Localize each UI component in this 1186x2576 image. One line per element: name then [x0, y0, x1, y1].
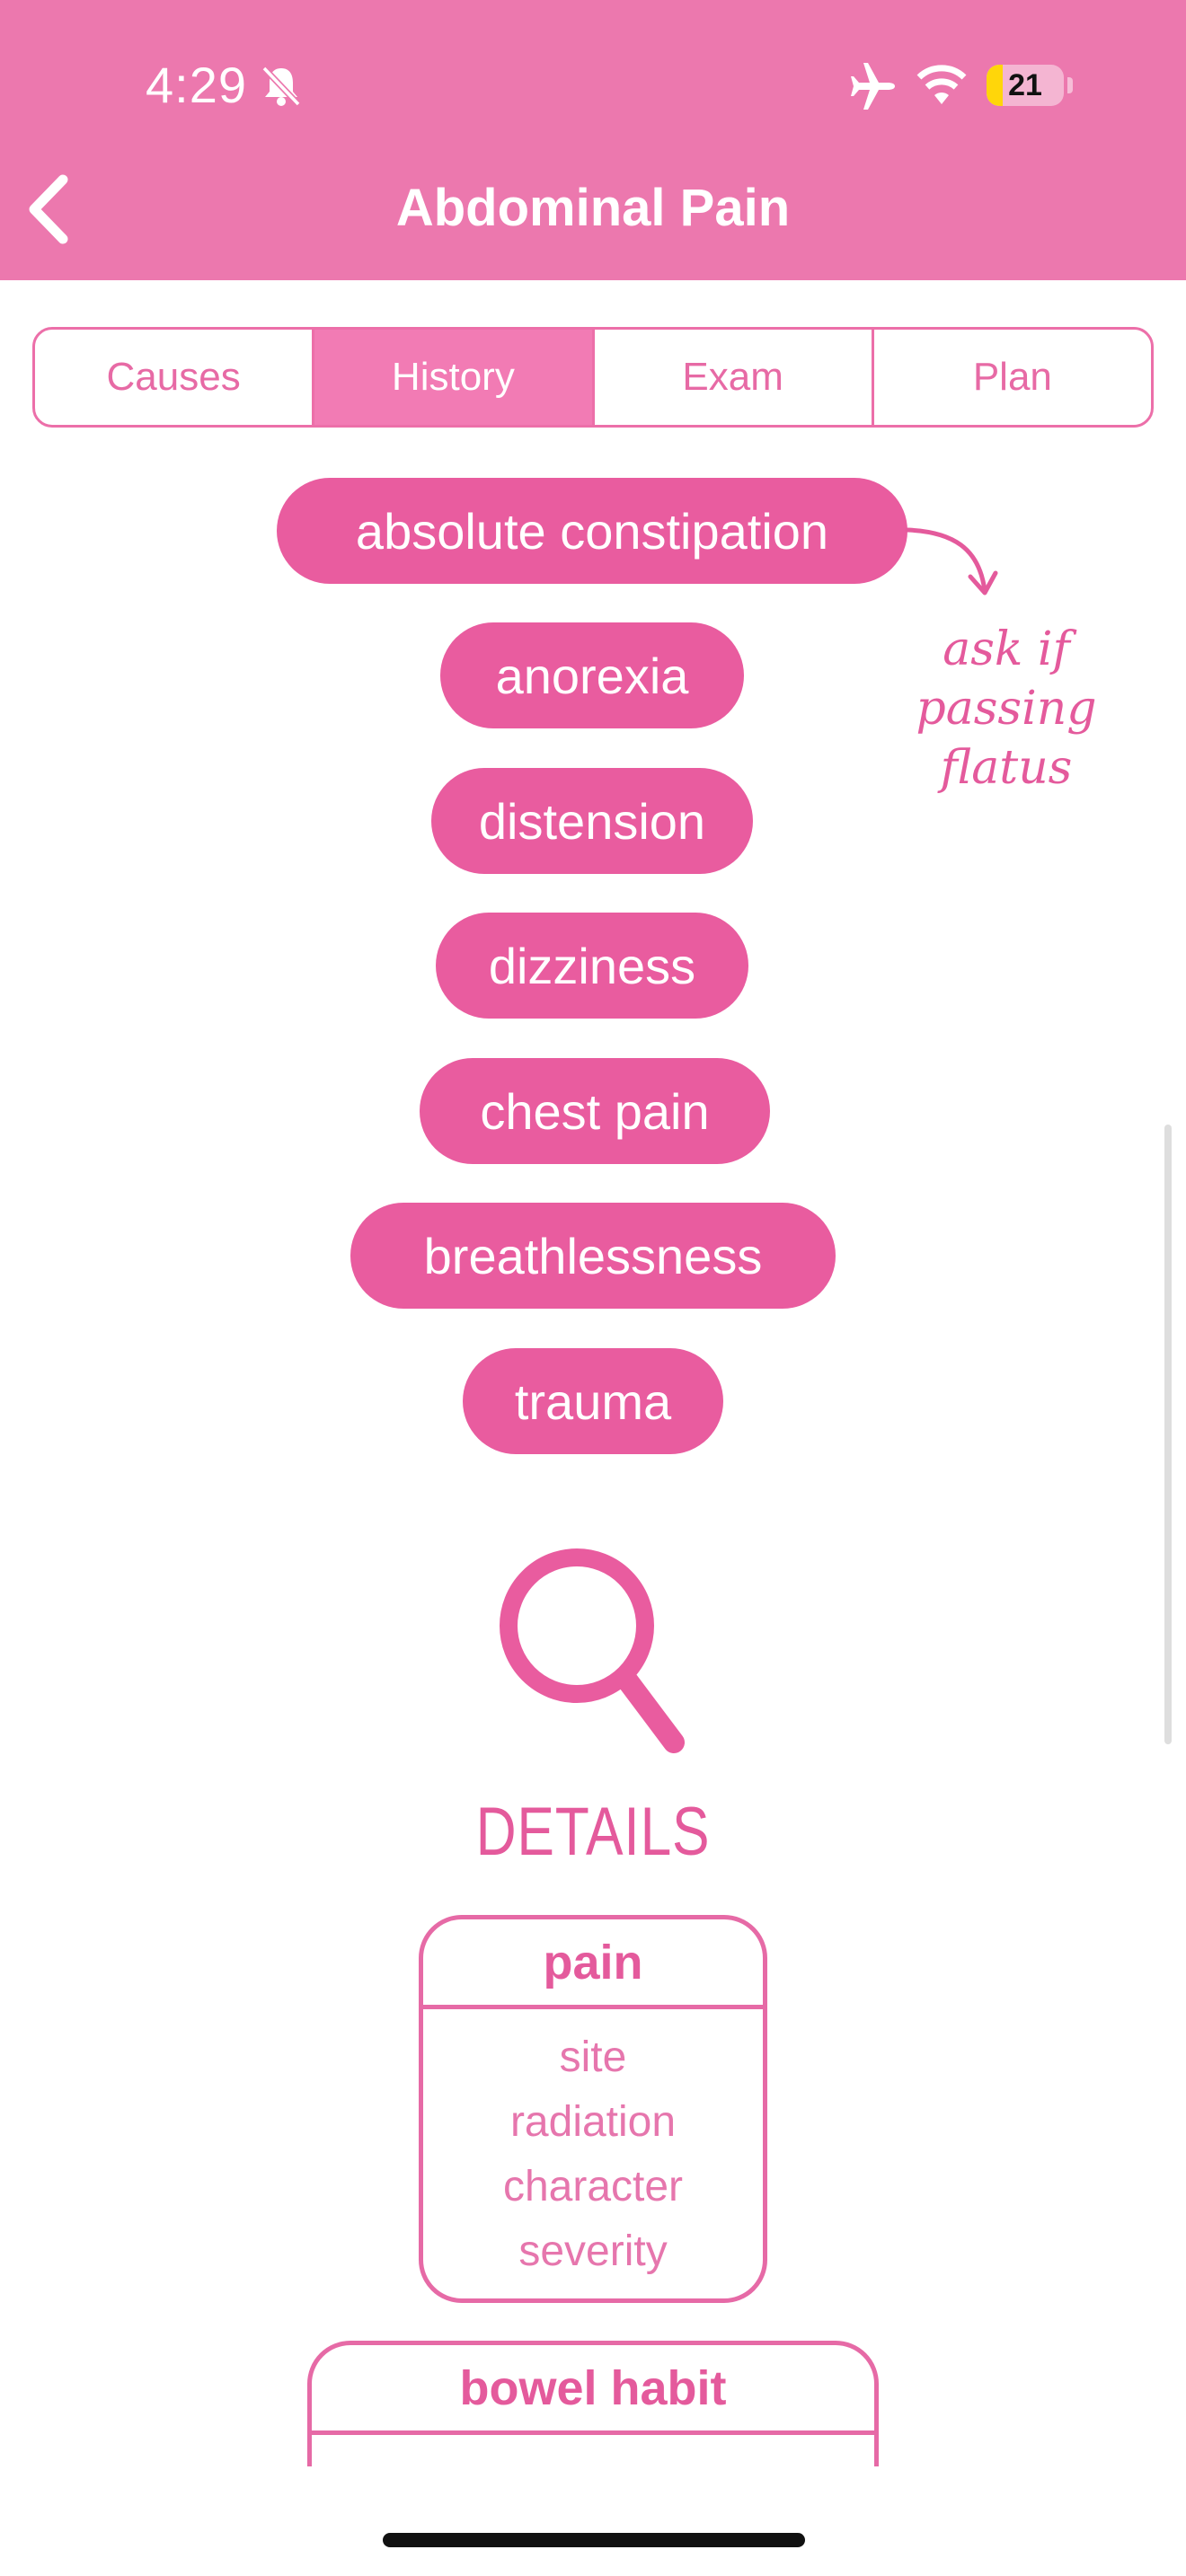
note-line: flatus — [940, 741, 1073, 795]
scrollbar[interactable] — [1164, 1125, 1172, 1744]
status-time: 4:29 — [146, 57, 247, 113]
symptom-pill[interactable]: distension — [431, 768, 753, 874]
card-item: character — [502, 2163, 684, 2210]
symptom-pill[interactable]: chest pain — [420, 1058, 770, 1164]
tab-history[interactable]: History — [314, 330, 595, 425]
card-title: bowel habit — [312, 2345, 874, 2435]
home-indicator[interactable] — [383, 2533, 805, 2547]
card-items: site radiation character severity — [423, 2009, 763, 2284]
note-line: passing — [916, 682, 1097, 736]
symptom-pill[interactable]: dizziness — [436, 913, 748, 1019]
bottom-safe-area — [0, 2466, 1186, 2576]
symptom-pill[interactable]: breathlessness — [350, 1203, 836, 1309]
section-tabs: Causes History Exam Plan — [32, 327, 1154, 428]
battery-cap — [1067, 77, 1073, 93]
note-line: ask if — [943, 622, 1070, 676]
pain-card[interactable]: pain site radiation character severity — [419, 1915, 767, 2303]
airplane-icon — [851, 63, 895, 110]
symptom-pill[interactable]: anorexia — [440, 622, 744, 728]
details-heading: DETAILS — [475, 1794, 711, 1870]
battery-indicator: 21 — [987, 65, 1064, 106]
arrow-icon — [905, 527, 998, 595]
card-title: pain — [423, 1919, 763, 2009]
card-item: site — [559, 2033, 627, 2081]
magnifier-icon — [500, 1548, 685, 1753]
card-item: severity — [518, 2228, 668, 2275]
symptom-pill[interactable]: absolute constipation — [277, 478, 907, 584]
tab-exam[interactable]: Exam — [595, 330, 874, 425]
handwritten-note: ask if passing flatus — [890, 620, 1123, 798]
symptom-pill[interactable]: trauma — [463, 1348, 723, 1454]
card-item: radiation — [509, 2098, 677, 2146]
header-bar: 4:29 21 Abdominal Pain — [0, 0, 1186, 280]
battery-level: 21 — [1008, 67, 1042, 102]
tab-causes[interactable]: Causes — [35, 330, 315, 425]
tab-plan[interactable]: Plan — [874, 330, 1151, 425]
page-title: Abdominal Pain — [395, 179, 791, 237]
wifi-icon — [916, 65, 967, 104]
bell-slash-icon — [261, 66, 301, 107]
